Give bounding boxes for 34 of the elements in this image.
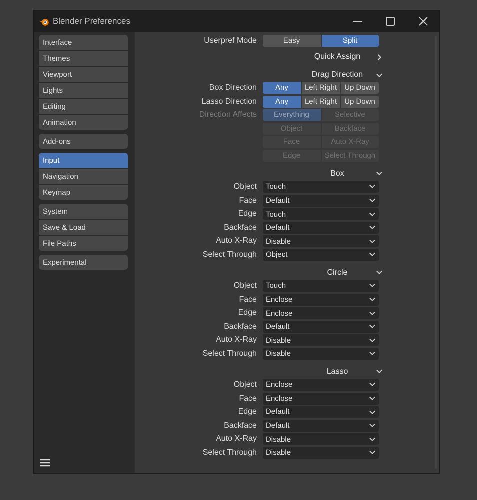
field-label: Box Direction — [209, 82, 257, 94]
field-label: Face — [239, 194, 257, 207]
field-label: Backface — [224, 320, 257, 333]
field-label: Auto X-Ray — [216, 235, 257, 248]
panel-header[interactable]: Drag Direction — [269, 69, 385, 81]
field-label: Backface — [224, 420, 257, 432]
panel-header[interactable]: Circle — [269, 266, 385, 279]
field-label: Edge — [238, 307, 257, 320]
field-label: Auto X-Ray — [216, 433, 257, 446]
app-logo-icon — [39, 16, 50, 26]
field-label: Auto X-Ray — [216, 334, 257, 346]
field-label: Select Through — [202, 348, 257, 360]
field-label: Object — [234, 378, 257, 391]
field-label: Object — [234, 280, 257, 292]
field-label: Select Through — [202, 248, 257, 261]
panel-header[interactable]: Box — [269, 168, 385, 180]
field-label: Direction Affects — [199, 109, 257, 122]
field-label: Lasso Direction — [202, 96, 257, 108]
field-label: Userpref Mode — [204, 35, 257, 47]
window-title: Blender Preferences — [53, 15, 130, 28]
chevron-right-icon — [376, 54, 383, 60]
field-label: Face — [239, 392, 257, 404]
panel-header[interactable]: Quick Assign — [269, 51, 385, 63]
close-icon[interactable] — [419, 17, 428, 26]
chevron-down-icon — [376, 72, 383, 78]
field-label: Backface — [224, 222, 257, 234]
field-label: Face — [239, 294, 257, 306]
maximize-icon[interactable] — [386, 17, 395, 26]
field-label: Edge — [238, 406, 257, 418]
field-label: Object — [234, 180, 257, 193]
panel-header[interactable]: Lasso — [269, 366, 385, 378]
field-label: Select Through — [202, 446, 257, 459]
field-label: Edge — [238, 208, 257, 220]
menu-icon[interactable] — [40, 459, 50, 467]
